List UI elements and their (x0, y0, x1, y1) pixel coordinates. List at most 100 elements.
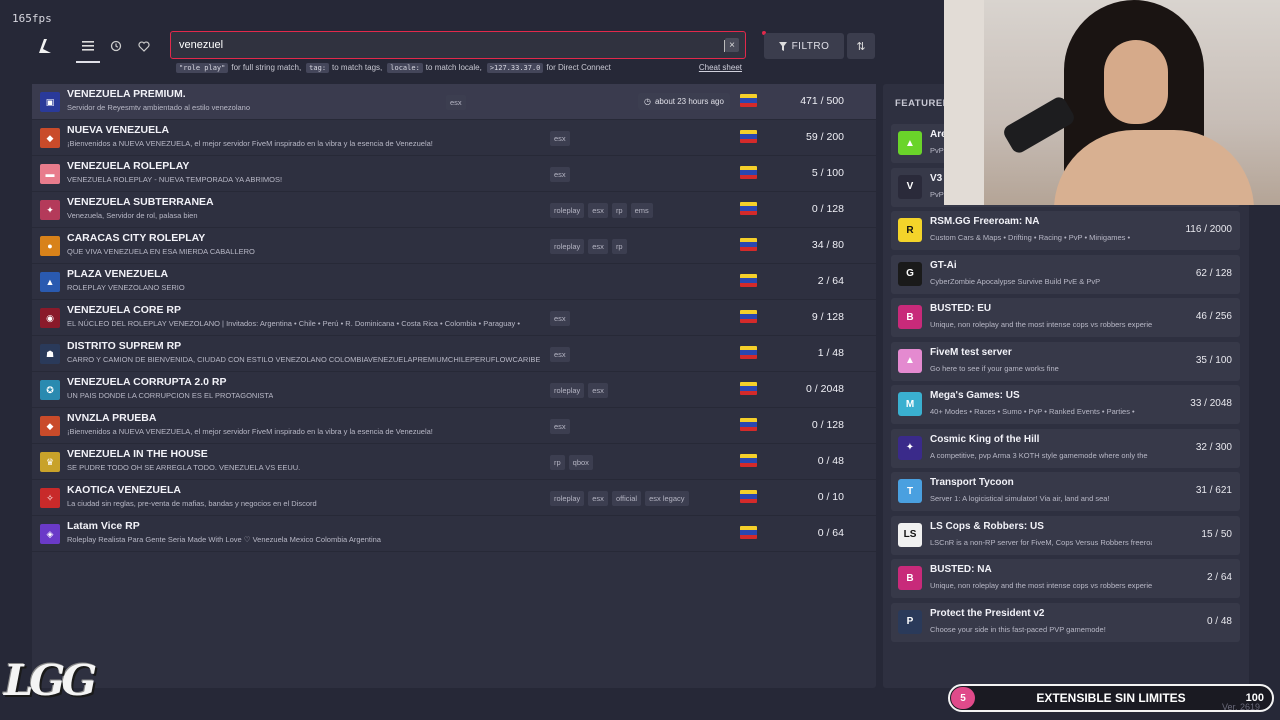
featured-server-description: Choose your side in this fast-paced PVP … (930, 624, 1106, 634)
history-tab-icon[interactable] (102, 31, 130, 61)
server-description: La ciudad sin reglas, pre-venta de mafia… (67, 499, 317, 508)
server-icon: ☗ (40, 344, 60, 364)
featured-server-row[interactable]: R RSM.GG Freeroam: NA Custom Cars & Maps… (891, 211, 1240, 250)
featured-server-row[interactable]: T Transport Tycoon Server 1: A logicisti… (891, 472, 1240, 511)
featured-server-row[interactable]: ▲ FiveM test server Go here to see if yo… (891, 341, 1240, 381)
featured-server-row[interactable]: B BUSTED: NA Unique, non roleplay and th… (891, 559, 1240, 598)
server-row[interactable]: ✧ KAOTICA VENEZUELA La ciudad sin reglas… (32, 480, 876, 516)
venezuela-flag-icon (740, 346, 757, 359)
server-tags: esx (550, 131, 574, 146)
venezuela-flag-icon (740, 94, 757, 107)
server-tag[interactable]: esx (550, 131, 570, 146)
server-tag[interactable]: esx (588, 383, 608, 398)
featured-server-description: 40+ Modes • Races • Sumo • PvP • Ranked … (930, 407, 1135, 416)
server-row[interactable]: ◆ NUEVA VENEZUELA ¡Bienvenidos a NUEVA V… (32, 120, 876, 156)
server-description: Servidor de Reyesmtv ambientado al estil… (67, 103, 251, 112)
server-tags: esx (550, 419, 574, 434)
featured-server-description: PvP (930, 189, 944, 199)
featured-server-row[interactable]: G GT-Ai CyberZombie Apocalypse Survive B… (891, 254, 1240, 294)
server-row[interactable]: ▬ VENEZUELA ROLEPLAY VENEZUELA ROLEPLAY … (32, 156, 876, 192)
filter-button[interactable]: FILTRO (764, 33, 844, 59)
server-row[interactable]: ♛ VENEZUELA IN THE HOUSE SE PUDRE TODO O… (32, 444, 876, 480)
server-list-tab[interactable] (74, 31, 102, 63)
featured-server-name: BUSTED: NA (930, 564, 992, 575)
server-tag[interactable]: esx (446, 95, 466, 110)
featured-server-description: A competitive, pvp Arma 3 KOTH style gam… (930, 450, 1148, 460)
server-tags: esx (550, 347, 574, 362)
featured-player-count: 15 / 50 (1201, 528, 1232, 540)
featured-server-row[interactable]: ✦ Cosmic King of the Hill A competitive,… (891, 428, 1240, 468)
featured-server-name: Transport Tycoon (930, 477, 1014, 488)
server-row[interactable]: ✦ VENEZUELA SUBTERRANEA Venezuela, Servi… (32, 192, 876, 228)
featured-server-row[interactable]: M Mega's Games: US 40+ Modes • Races • S… (891, 385, 1240, 424)
server-icon: ✦ (40, 200, 60, 220)
featured-server-description: Unique, non roleplay and the most intens… (930, 581, 1152, 590)
server-row[interactable]: ◉ VENEZUELA CORE RP EL NÚCLEO DEL ROLEPL… (32, 300, 876, 336)
server-tag[interactable]: ems (630, 203, 653, 218)
server-description: ¡Bienvenidos a NUEVA VENEZUELA, el mejor… (67, 427, 433, 436)
server-tag[interactable]: roleplay (550, 239, 585, 254)
server-tag[interactable]: esx (588, 491, 608, 506)
venezuela-flag-icon (740, 238, 757, 251)
server-row[interactable]: ✪ VENEZUELA CORRUPTA 2.0 RP UN PAIS DOND… (32, 372, 876, 408)
server-tag[interactable]: esx (550, 347, 570, 362)
featured-server-row[interactable]: B BUSTED: EU Unique, non roleplay and th… (891, 298, 1240, 337)
clear-search-button[interactable]: × (725, 38, 739, 52)
favorites-tab-icon[interactable] (130, 31, 158, 61)
server-tag[interactable]: esx (588, 203, 608, 218)
fivem-logo[interactable] (30, 31, 60, 61)
server-tag[interactable]: esx (550, 311, 570, 326)
player-count: 0 / 128 (811, 203, 844, 215)
server-tag[interactable]: esx (550, 419, 570, 434)
server-description: Venezuela, Servidor de rol, palasa bien (67, 211, 198, 220)
sort-button[interactable]: ⇅ (847, 33, 875, 59)
server-description: SE PUDRE TODO OH SE ARREGLA TODO. VENEZU… (67, 463, 301, 472)
search-box[interactable]: × (170, 31, 746, 59)
server-row[interactable]: ◆ NVNZLA PRUEBA ¡Bienvenidos a NUEVA VEN… (32, 408, 876, 444)
search-hints: "role play" for full string match, tag: to… (176, 63, 742, 73)
server-tag[interactable]: esx (588, 239, 608, 254)
player-count: 0 / 64 (817, 527, 844, 539)
featured-server-description: Unique, non roleplay and the most intens… (930, 320, 1152, 329)
server-tag[interactable]: rp (611, 203, 627, 218)
server-tag[interactable]: rp (550, 455, 565, 470)
stream-logo: LGG (4, 656, 97, 705)
featured-server-row[interactable]: P Protect the President v2 Choose your s… (891, 602, 1240, 642)
player-count: 0 / 2048 (806, 383, 844, 395)
server-row[interactable]: ▣ VENEZUELA PREMIUM. Servidor de Reyesmt… (32, 84, 876, 120)
server-row[interactable]: ◈ Latam Vice RP Roleplay Realista Para G… (32, 516, 876, 552)
server-tag[interactable]: roleplay (550, 203, 585, 218)
last-seen-badge: ◷ about 23 hours ago (638, 93, 730, 110)
server-icon: ▲ (40, 272, 60, 292)
server-name: VENEZUELA SUBTERRANEA (67, 196, 214, 208)
server-row[interactable]: ☗ DISTRITO SUPREM RP CARRO Y CAMION DE B… (32, 336, 876, 372)
venezuela-flag-icon (740, 526, 757, 539)
venezuela-flag-icon (740, 166, 757, 179)
server-tag[interactable]: esx legacy (645, 491, 689, 506)
server-tag[interactable]: esx (550, 167, 570, 182)
server-tag[interactable]: roleplay (550, 383, 585, 398)
player-count: 0 / 128 (811, 419, 844, 431)
server-description: QUE VIVA VENEZUELA EN ESA MIERDA CABALLE… (67, 247, 255, 256)
featured-player-count: 33 / 2048 (1190, 398, 1232, 409)
server-tag[interactable]: roleplay (550, 491, 585, 506)
featured-server-icon: V (898, 174, 922, 199)
server-row[interactable]: ● CARACAS CITY ROLEPLAY QUE VIVA VENEZUE… (32, 228, 876, 264)
featured-player-count: 31 / 621 (1195, 485, 1232, 496)
venezuela-flag-icon (740, 130, 757, 143)
cheat-sheet-link[interactable]: Cheat sheet (699, 63, 742, 72)
top-nav (30, 30, 158, 63)
server-tag[interactable]: qbox (568, 455, 593, 470)
featured-server-description: Custom Cars & Maps • Drifting • Racing •… (930, 233, 1131, 242)
server-description: Roleplay Realista Para Gente Seria Made … (67, 535, 381, 544)
featured-server-row[interactable]: LS LS Cops & Robbers: US LSCnR is a non-… (891, 515, 1240, 555)
server-row[interactable]: ▲ PLAZA VENEZUELA ROLEPLAY VENEZOLANO SE… (32, 264, 876, 300)
server-tag[interactable]: rp (611, 239, 627, 254)
featured-server-name: V3 (930, 172, 943, 184)
hint-text: to match locale, (425, 63, 482, 72)
server-icon: ◆ (40, 128, 60, 148)
search-input[interactable] (179, 39, 699, 51)
filter-label: FILTRO (791, 40, 830, 52)
server-tag[interactable]: official (611, 491, 642, 506)
featured-server-icon: P (898, 609, 922, 634)
